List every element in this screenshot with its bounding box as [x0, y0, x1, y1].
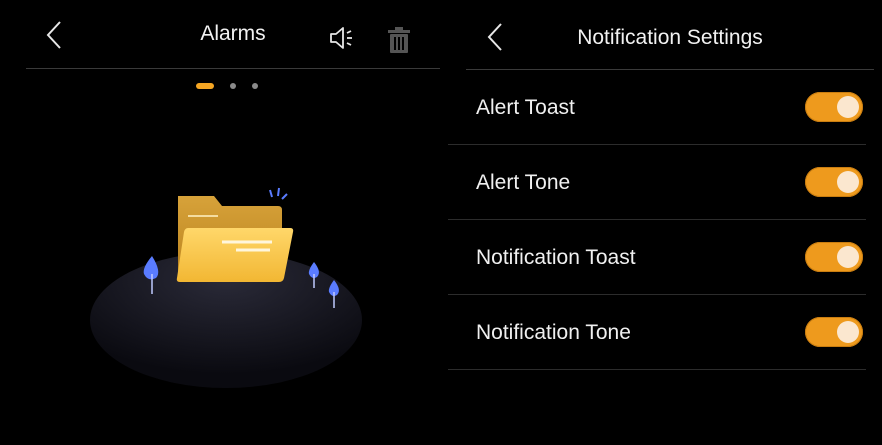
alarms-panel: Alarms	[0, 0, 440, 445]
setting-row-alert-tone: Alert Tone	[448, 145, 866, 220]
toggle-knob	[837, 96, 859, 118]
page-dot[interactable]	[252, 83, 258, 89]
page-title: Alarms	[200, 22, 266, 45]
setting-row-notification-toast: Notification Toast	[448, 220, 866, 295]
setting-label: Notification Toast	[476, 246, 636, 269]
alert-toast-toggle[interactable]	[805, 92, 863, 122]
setting-label: Notification Tone	[476, 321, 631, 344]
setting-label: Alert Tone	[476, 171, 571, 194]
speaker-icon[interactable]	[328, 24, 356, 52]
notification-header: Notification Settings	[466, 0, 874, 70]
notification-settings-panel: Notification Settings Alert Toast Alert …	[448, 0, 882, 445]
setting-row-notification-tone: Notification Tone	[448, 295, 866, 370]
alarms-header: Alarms	[26, 0, 440, 69]
settings-list: Alert Toast Alert Tone Notification Toas…	[448, 70, 866, 370]
setting-label: Alert Toast	[476, 96, 575, 119]
page-title: Notification Settings	[577, 26, 763, 49]
notification-tone-toggle[interactable]	[805, 317, 863, 347]
page-indicator	[196, 80, 276, 92]
toggle-knob	[837, 171, 859, 193]
page-dot-active[interactable]	[196, 83, 214, 89]
notification-toast-toggle[interactable]	[805, 242, 863, 272]
toggle-knob	[837, 321, 859, 343]
toggle-knob	[837, 246, 859, 268]
trash-icon[interactable]	[386, 26, 412, 54]
folder-icon	[90, 187, 362, 388]
page-dot[interactable]	[230, 83, 236, 89]
alert-tone-toggle[interactable]	[805, 167, 863, 197]
setting-row-alert-toast: Alert Toast	[448, 70, 866, 145]
